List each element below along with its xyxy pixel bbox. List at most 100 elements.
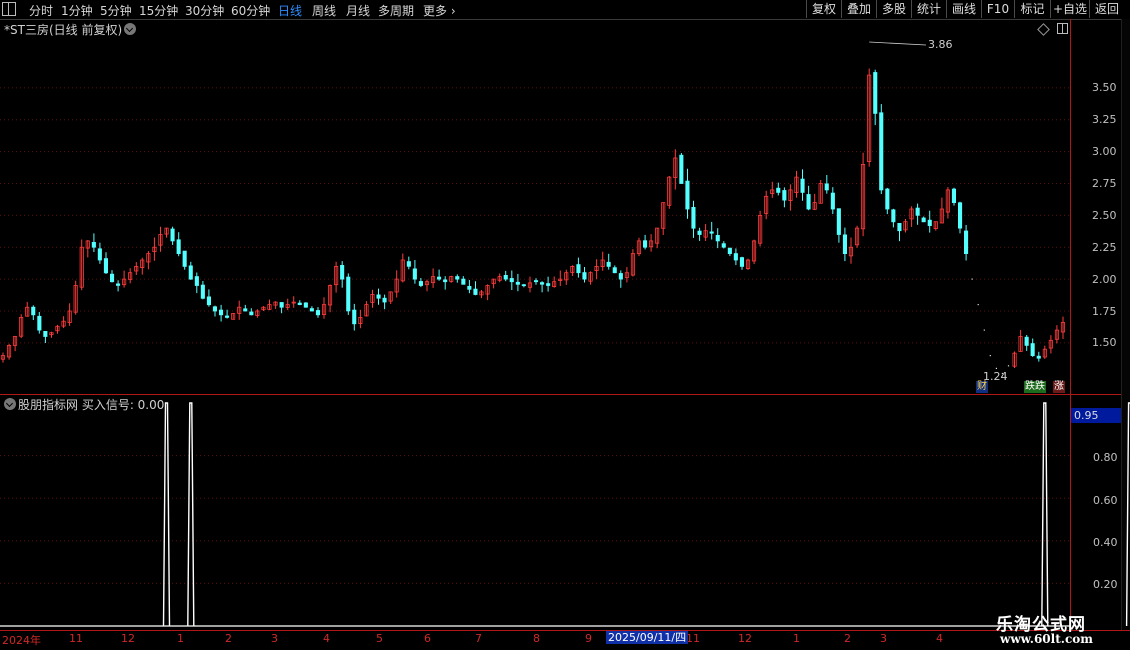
candle-down bbox=[91, 241, 96, 248]
candle-down bbox=[691, 206, 696, 229]
candle-down bbox=[188, 265, 193, 280]
price-axis-label: 1.75 bbox=[1092, 305, 1117, 318]
candle-down bbox=[200, 284, 205, 299]
date-axis: 2024年 11 12 1 2 3 4 5 6 7 8 9 11 12 1 2 … bbox=[0, 630, 1130, 650]
candle-down bbox=[376, 294, 381, 299]
high-pointer bbox=[869, 41, 927, 46]
candle-down bbox=[473, 288, 478, 295]
candle-down bbox=[346, 276, 351, 312]
candle-down bbox=[606, 261, 611, 267]
candle-down bbox=[842, 234, 847, 254]
candle-down bbox=[830, 192, 835, 210]
date-tick: 2 bbox=[225, 632, 232, 645]
date-tick: 12 bbox=[738, 632, 752, 645]
candle-down bbox=[1024, 336, 1029, 346]
candle-down bbox=[443, 279, 448, 283]
candle-down bbox=[97, 248, 102, 261]
indicator-axis-label: 0.40 bbox=[1093, 536, 1118, 549]
candle-down bbox=[224, 315, 230, 318]
candle-down bbox=[885, 188, 890, 210]
candle-down bbox=[709, 231, 714, 234]
candle-down bbox=[461, 278, 466, 285]
candle-down bbox=[782, 190, 787, 201]
candle-down bbox=[873, 72, 878, 114]
price-axis-label: 2.00 bbox=[1092, 273, 1117, 286]
candle-down bbox=[297, 302, 302, 306]
date-tick: 3 bbox=[880, 632, 887, 645]
price-axis-label: 2.25 bbox=[1092, 241, 1117, 254]
candle-down bbox=[170, 228, 175, 242]
candle-down bbox=[279, 302, 284, 308]
indicator-title: 股朋指标网 买入信号: 0.00 bbox=[18, 398, 165, 412]
indicator-axis-label: 0.60 bbox=[1093, 494, 1118, 507]
rise-badge[interactable]: 涨 bbox=[1053, 381, 1065, 393]
candle-down bbox=[110, 273, 115, 283]
candle-down bbox=[582, 272, 587, 280]
stock-terminal-window: 分时 1分钟 5分钟 15分钟 30分钟 60分钟 日线 周线 月线 多周期 更… bbox=[0, 0, 1130, 650]
candle-down bbox=[315, 310, 320, 316]
limit-down-dot bbox=[1007, 365, 1010, 367]
candle-down bbox=[534, 280, 539, 283]
candle-down bbox=[643, 240, 648, 248]
candle-down bbox=[921, 217, 926, 223]
date-tick: 1 bbox=[793, 632, 800, 645]
candle-down bbox=[721, 243, 726, 248]
candle-down bbox=[927, 219, 932, 226]
date-tick: 9 bbox=[585, 632, 592, 645]
limit-down-dot bbox=[971, 278, 973, 280]
candle-down bbox=[964, 230, 969, 255]
candle-down bbox=[612, 267, 617, 274]
candle-down bbox=[194, 276, 199, 286]
candle-down bbox=[733, 253, 738, 261]
candle-down bbox=[382, 297, 387, 303]
price-axis-label: 3.50 bbox=[1092, 81, 1117, 94]
indicator-current-value: 0.95 bbox=[1071, 408, 1121, 423]
candle-down bbox=[618, 273, 623, 280]
chevron-down-icon[interactable] bbox=[4, 398, 16, 410]
candle-down bbox=[540, 282, 545, 285]
limit-down-dot bbox=[989, 355, 991, 357]
candle-down bbox=[406, 261, 411, 267]
buy-signal-spike bbox=[1041, 402, 1049, 627]
candle-down bbox=[212, 306, 218, 312]
buy-signal-spike bbox=[162, 402, 171, 627]
candle-down bbox=[243, 308, 248, 312]
limit-down-dot bbox=[983, 329, 985, 331]
candle-down bbox=[503, 274, 508, 280]
candle-down bbox=[685, 180, 690, 210]
buy-signal-spike bbox=[187, 402, 195, 627]
candle-down bbox=[455, 276, 460, 280]
candle-down bbox=[915, 207, 920, 216]
fall-badge[interactable]: 跌跌 bbox=[1024, 381, 1046, 393]
candle-down bbox=[951, 188, 956, 204]
candle-down bbox=[467, 285, 472, 290]
candle-down bbox=[836, 208, 841, 235]
candle-down bbox=[352, 309, 357, 325]
candle-down bbox=[697, 230, 702, 235]
candle-down bbox=[727, 247, 732, 254]
candle-down bbox=[891, 209, 896, 223]
candle-down bbox=[309, 308, 314, 312]
candle-down bbox=[340, 264, 345, 280]
date-tick: 4 bbox=[936, 632, 943, 645]
selected-date-label: 2025/09/11/四 bbox=[606, 631, 689, 644]
candle-down bbox=[546, 283, 551, 286]
candle-down bbox=[249, 311, 254, 316]
price-axis-label: 2.75 bbox=[1092, 177, 1117, 190]
candle-down bbox=[1036, 355, 1041, 359]
candle-down bbox=[806, 194, 811, 210]
finance-badge[interactable]: 财 bbox=[976, 381, 988, 393]
chart-canvas[interactable] bbox=[0, 0, 1130, 650]
date-tick: 5 bbox=[376, 632, 383, 645]
candle-down bbox=[958, 202, 963, 229]
candle-down bbox=[303, 302, 308, 308]
candle-down bbox=[436, 276, 442, 280]
price-axis-label: 3.25 bbox=[1092, 113, 1117, 126]
candle-down bbox=[116, 283, 121, 286]
candle-down bbox=[218, 309, 224, 316]
candle-down bbox=[715, 234, 720, 242]
candle-down bbox=[43, 330, 48, 337]
candle-down bbox=[103, 258, 109, 274]
candle-down bbox=[679, 154, 684, 184]
buy-signal-spike bbox=[1125, 402, 1130, 627]
